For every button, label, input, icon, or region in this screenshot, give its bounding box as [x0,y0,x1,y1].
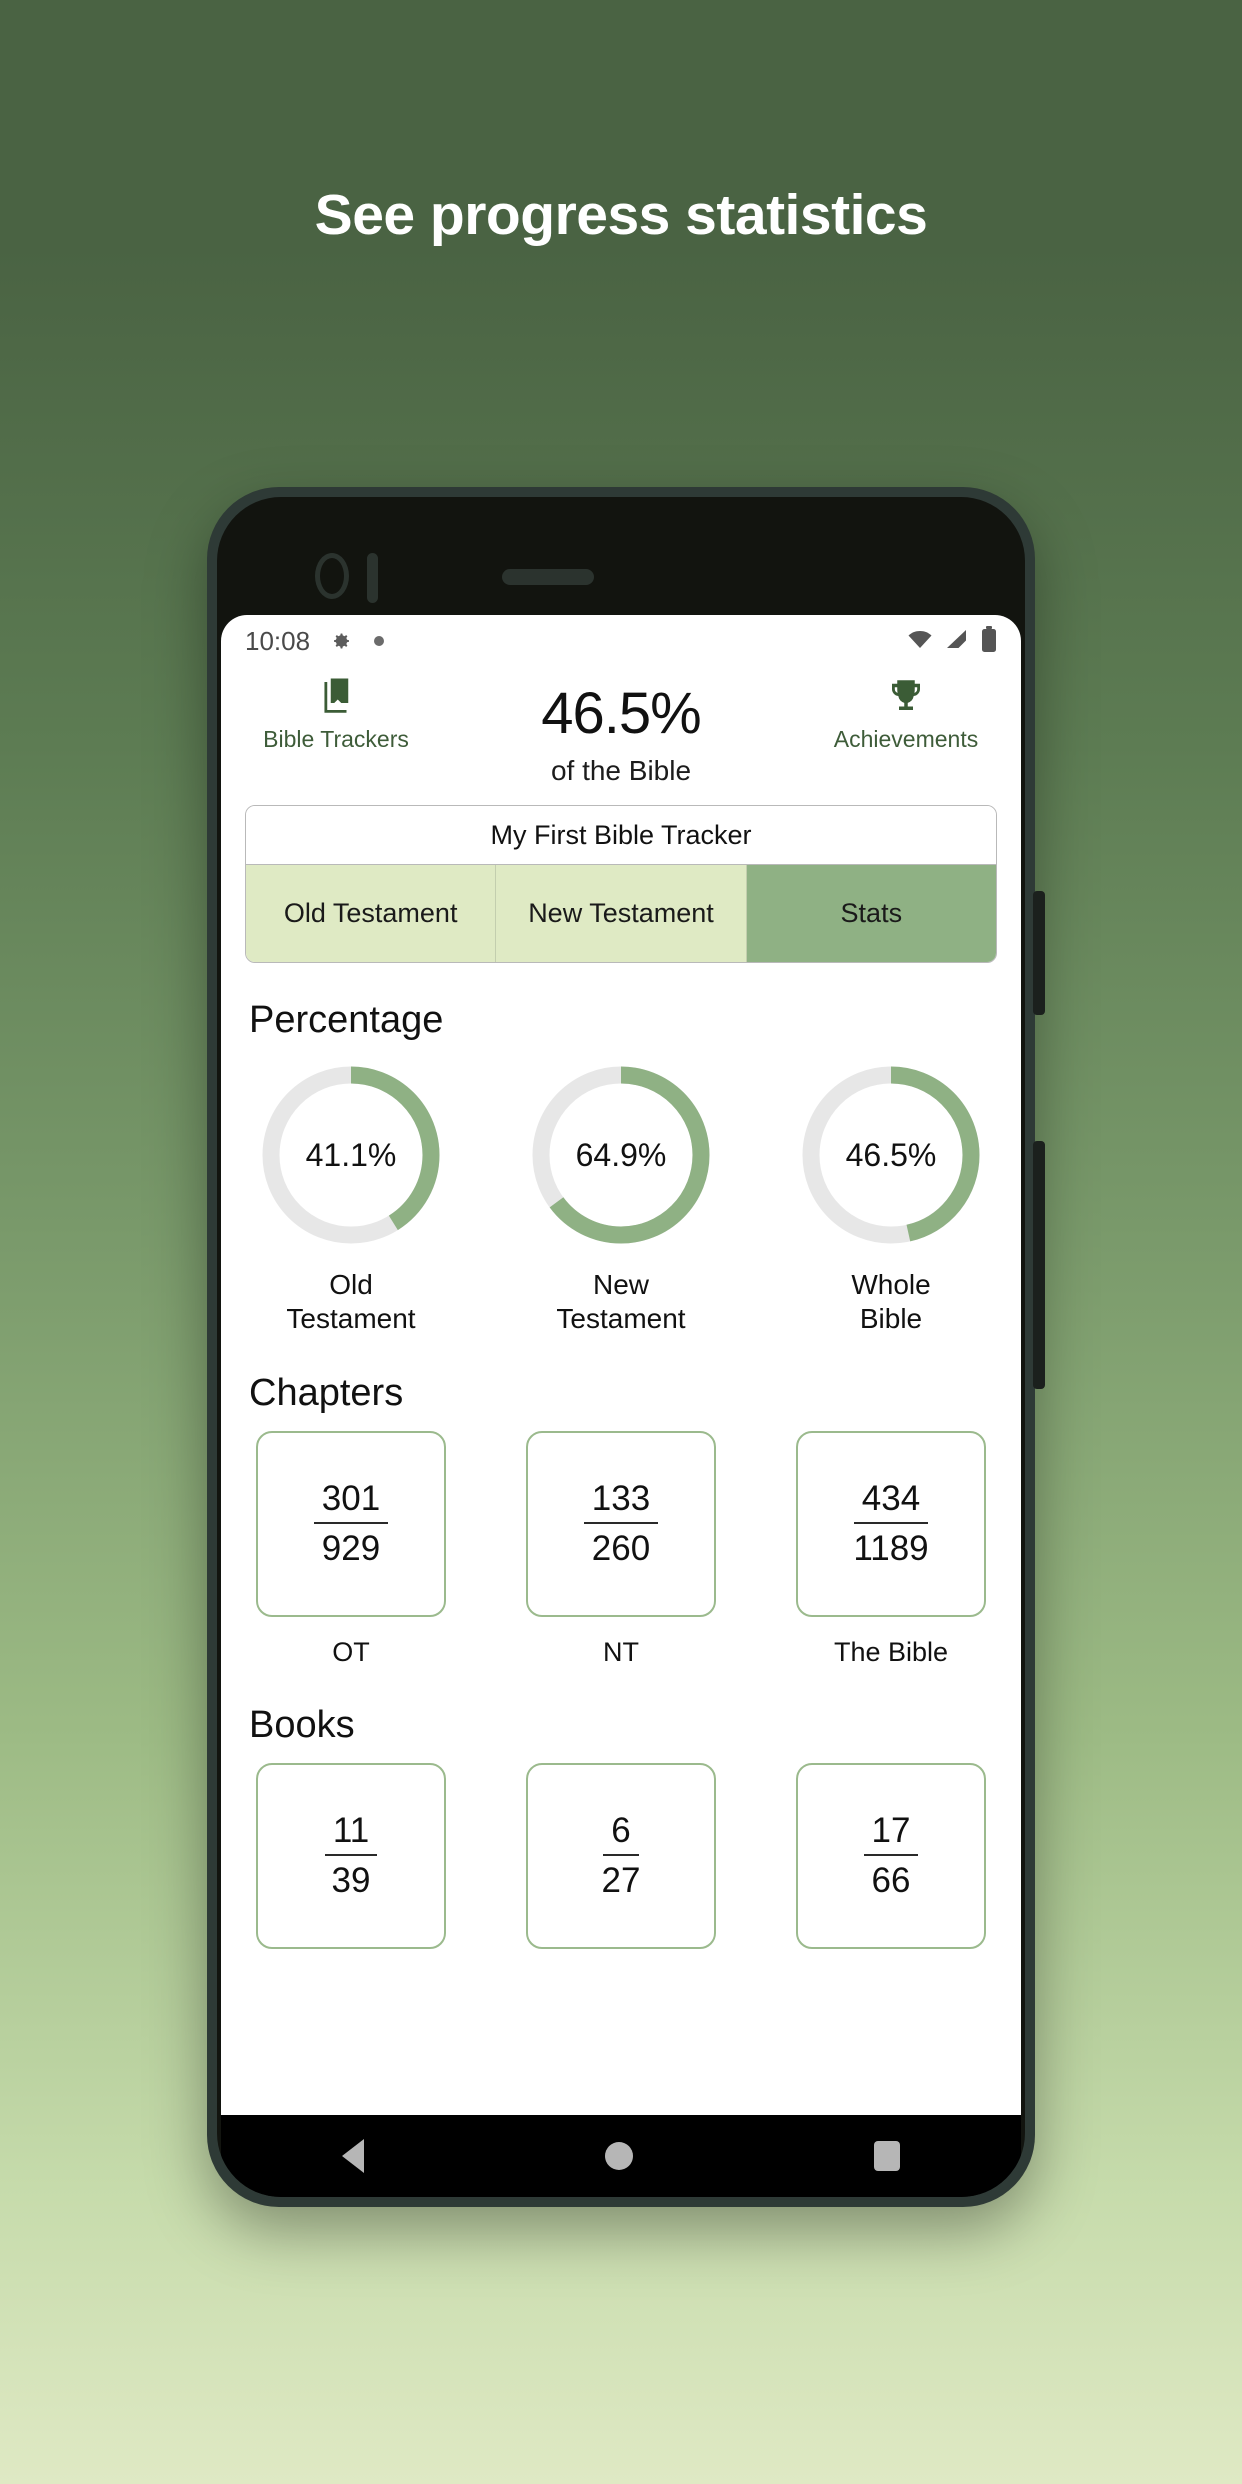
percentage-section-title: Percentage [249,999,444,1041]
percentage-value-whole-bible: 46.5% [845,1136,937,1173]
books-cell-nt: 6 27 [517,1763,725,1950]
percentage-rings: 41.1% Old Testament 64.9% New Testament … [221,1052,1021,1336]
wifi-icon [907,628,933,655]
percentage-label-whole-bible: Whole Bible [851,1268,930,1336]
book-bookmark-icon [315,675,357,722]
books-section-title: Books [249,1704,355,1747]
tracker-title[interactable]: My First Bible Tracker [246,806,996,864]
label-line-1: New [592,1269,649,1300]
label-line-2: Testament [556,1303,686,1335]
chapters-numerator-ot: 301 [313,1479,389,1525]
label-line-2: Bible [859,1303,923,1335]
books-denominator-bible: 66 [871,1861,911,1901]
achievements-button[interactable]: Achievements [811,675,1001,753]
overall-progress: 46.5% of the Bible [431,675,811,787]
chapters-card-ot[interactable]: 301 929 [256,1431,446,1618]
donut-chart-new-testament: 64.9% [526,1060,716,1250]
phone-volume-button[interactable] [1033,1141,1045,1389]
earpiece-speaker [502,569,594,585]
tab-old-testament[interactable]: Old Testament [246,865,496,962]
overall-percent-caption: of the Bible [550,755,692,786]
status-bar: 10:08 [221,615,1021,667]
chapters-cell-ot: 301 929 OT [247,1431,455,1668]
chapters-numerator-bible: 434 [853,1479,929,1525]
app-header: Bible Trackers 46.5% of the Bible Achiev… [221,667,1021,795]
percentage-value-new-testament: 64.9% [575,1136,667,1173]
donut-chart-whole-bible: 46.5% [796,1060,986,1250]
chapters-cards: 301 929 OT 133 260 NT 434 1189 The Bible [221,1425,1021,1668]
battery-icon [981,625,997,657]
home-circle-icon[interactable] [604,2142,633,2170]
achievements-label: Achievements [833,726,979,752]
books-cell-bible: 17 66 [787,1763,995,1950]
label-line-1: Old [329,1269,373,1300]
percentage-label-old-testament: Old Testament [286,1268,415,1336]
books-denominator-nt: 27 [601,1861,641,1901]
books-denominator-ot: 39 [331,1861,371,1901]
books-cell-ot: 11 39 [247,1763,455,1950]
trophy-icon [885,675,927,722]
tab-new-testament[interactable]: New Testament [495,865,746,962]
label-line-2: Testament [286,1303,416,1335]
chapters-denominator-nt: 260 [591,1529,651,1569]
chapters-cell-nt: 133 260 NT [517,1431,725,1668]
chapters-card-bible[interactable]: 434 1189 [796,1431,986,1618]
books-card-ot[interactable]: 11 39 [256,1763,446,1950]
percentage-cell-whole-bible: 46.5% Whole Bible [787,1060,995,1336]
android-navigation-bar [221,2115,1021,2197]
promo-headline: See progress statistics [314,183,928,247]
chapters-card-nt[interactable]: 133 260 [526,1431,716,1618]
tracker-card: My First Bible Tracker Old Testament New… [245,805,997,963]
recents-square-icon[interactable] [874,2141,901,2171]
bible-trackers-label: Bible Trackers [263,726,409,752]
chapters-denominator-ot: 929 [321,1529,381,1569]
dot-icon [374,636,385,646]
bible-trackers-button[interactable]: Bible Trackers [241,675,431,753]
books-numerator-ot: 11 [324,1811,378,1857]
chapters-numerator-nt: 133 [583,1479,659,1525]
phone-power-button[interactable] [1033,891,1045,1015]
chapters-label-ot: OT [332,1637,370,1668]
proximity-sensor-icon [367,553,378,603]
status-bar-indicators [907,625,997,657]
books-numerator-nt: 6 [603,1811,639,1857]
tracker-tabs: Old Testament New Testament Stats [246,864,996,962]
gear-icon [328,629,352,653]
chapters-label-nt: NT [603,1637,639,1668]
front-camera-icon [315,553,349,599]
donut-chart-old-testament: 41.1% [256,1060,446,1250]
chapters-label-bible: The Bible [833,1637,949,1668]
signal-icon [945,628,969,655]
books-card-bible[interactable]: 17 66 [796,1763,986,1950]
books-card-nt[interactable]: 6 27 [526,1763,716,1950]
phone-bezel: 10:08 Bible Trackers 46.5% of the Bible … [217,497,1025,2197]
percentage-cell-new-testament: 64.9% New Testament [517,1060,725,1336]
overall-percent-value: 46.5% [541,681,701,746]
percentage-value-old-testament: 41.1% [305,1136,397,1173]
phone-screen: 10:08 Bible Trackers 46.5% of the Bible … [221,615,1021,2115]
books-cards: 11 39 6 27 17 66 [221,1757,1021,1950]
phone-device-frame: 10:08 Bible Trackers 46.5% of the Bible … [207,487,1045,2207]
status-bar-clock: 10:08 [245,625,311,656]
chapters-section-title: Chapters [249,1372,404,1415]
label-line-1: Whole [851,1269,931,1300]
tab-stats[interactable]: Stats [745,865,996,962]
percentage-label-new-testament: New Testament [556,1268,685,1336]
percentage-cell-old-testament: 41.1% Old Testament [247,1060,455,1336]
chapters-denominator-bible: 1189 [853,1529,929,1569]
chapters-cell-bible: 434 1189 The Bible [787,1431,995,1668]
books-numerator-bible: 17 [863,1811,919,1857]
back-triangle-icon[interactable] [341,2139,364,2173]
